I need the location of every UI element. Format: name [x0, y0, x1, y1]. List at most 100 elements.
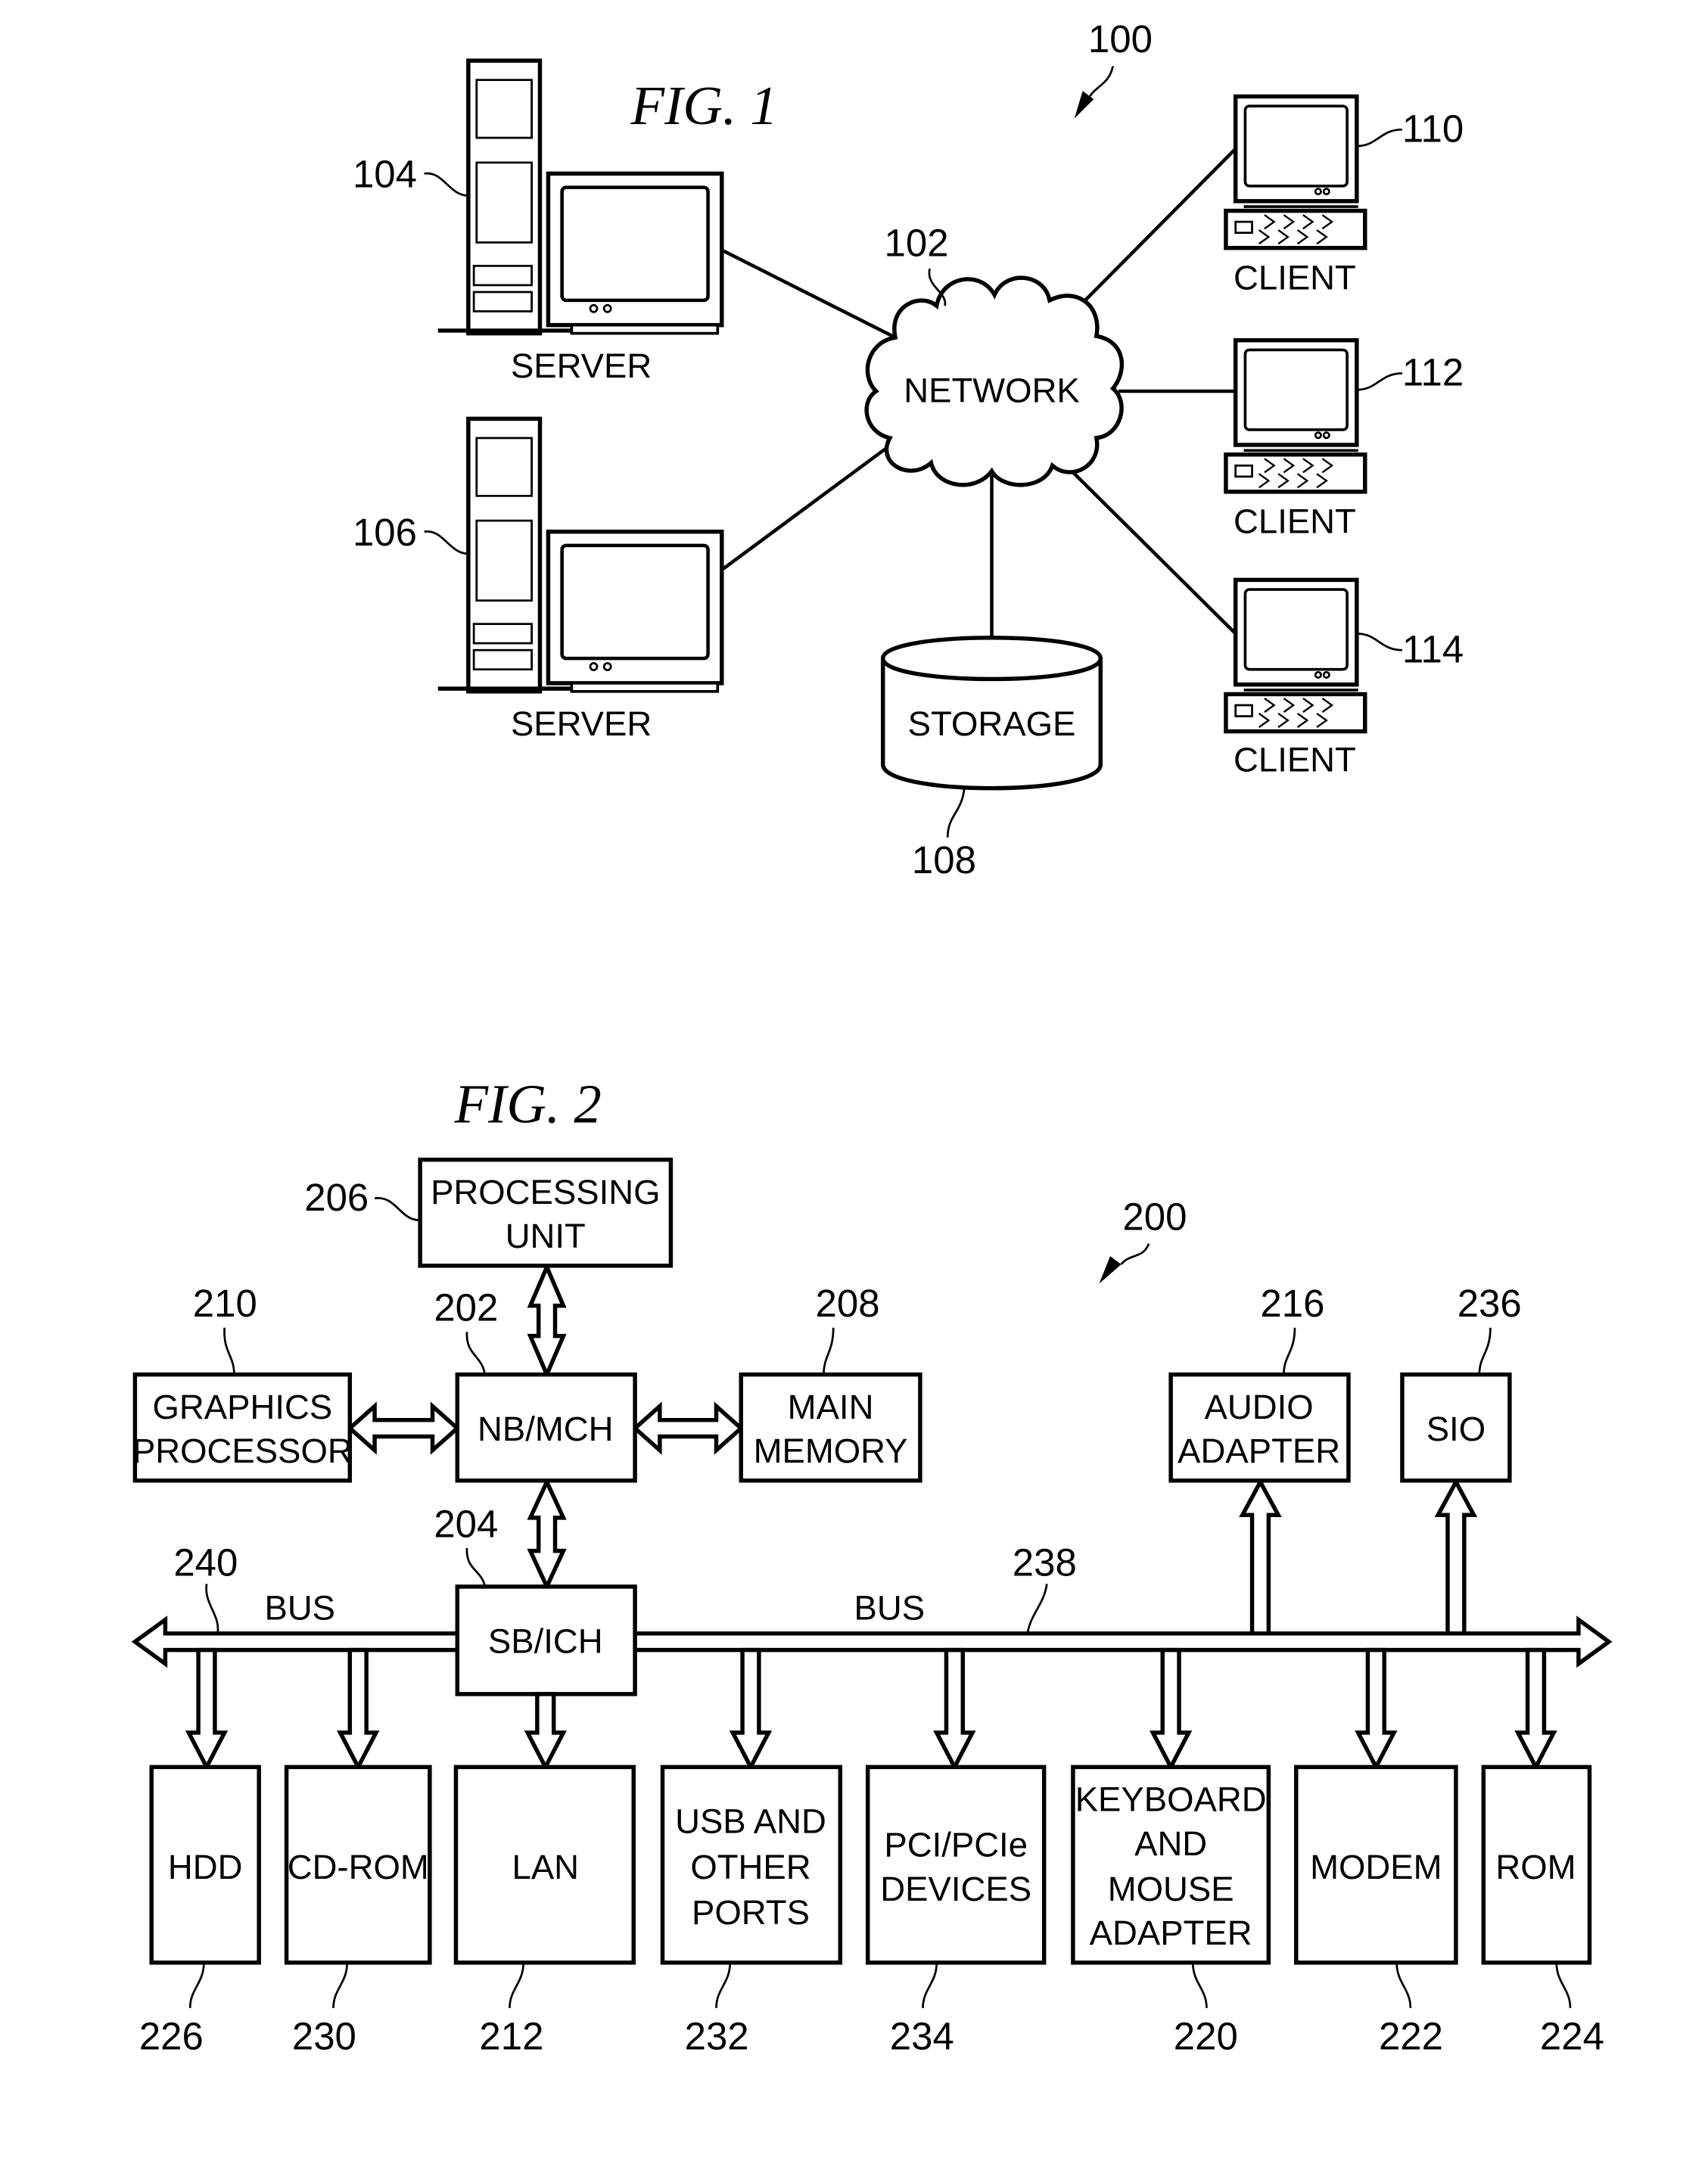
client-110-ref: 110	[1402, 107, 1464, 151]
usb-label-line2: OTHER	[690, 1848, 810, 1886]
figure-2: FIG. 2 200 BUS BUS 240 238 PROCESSING UN…	[131, 1074, 1613, 2057]
client-114-ref: 114	[1402, 628, 1464, 671]
main-memory-208[interactable]: MAIN MEMORY	[739, 1372, 922, 1483]
server-label: SERVER	[511, 347, 652, 385]
processing-unit-label-line2: UNIT	[506, 1217, 586, 1255]
audio-adapter-leader	[1283, 1327, 1296, 1375]
graphics-processor-ref: 210	[193, 1282, 257, 1325]
nb-sb-double-arrow	[527, 1477, 567, 1592]
link-server-106	[722, 442, 894, 571]
server-106-leader	[424, 530, 468, 555]
client-112[interactable]: CLIENT	[1224, 337, 1367, 541]
client-label: CLIENT	[1234, 740, 1356, 779]
client-label: CLIENT	[1234, 502, 1356, 540]
client-112-leader	[1356, 372, 1402, 391]
server-label: SERVER	[511, 704, 652, 743]
modem-leader	[1395, 1962, 1412, 2008]
rom-label: ROM	[1495, 1848, 1576, 1886]
bus-left-ref: 240	[173, 1541, 238, 1584]
audio-adapter-label-line1: AUDIO	[1205, 1388, 1314, 1426]
arrow-to-lan	[524, 1692, 567, 1772]
device-cdrom-230[interactable]: CD-ROM	[284, 1765, 432, 1965]
arrow-to-keyboard	[1149, 1647, 1193, 1772]
pu-nb-double-arrow	[527, 1261, 567, 1380]
server-monitor-icon	[546, 171, 724, 335]
keyboard-label-line1: KEYBOARD	[1075, 1780, 1267, 1819]
network-ref: 102	[885, 222, 949, 265]
keyboard-leader	[1191, 1962, 1208, 2008]
server-106[interactable]: SERVER	[437, 416, 724, 743]
bus-right-label: BUS	[854, 1589, 925, 1628]
nb-mem-double-arrow	[631, 1401, 745, 1455]
hdd-ref: 226	[139, 2014, 204, 2057]
processing-unit-206[interactable]: PROCESSING UNIT	[418, 1157, 674, 1268]
usb-label-line3: PORTS	[692, 1893, 810, 1932]
audio-adapter-216[interactable]: AUDIO ADAPTER	[1168, 1372, 1351, 1483]
device-modem-222[interactable]: MODEM	[1294, 1765, 1458, 1965]
client-114[interactable]: CLIENT	[1224, 577, 1367, 779]
pci-ref: 234	[890, 2014, 954, 2057]
pci-box	[865, 1765, 1047, 1965]
device-lan-212[interactable]: LAN	[453, 1765, 636, 1965]
system-ref-arrowhead-icon	[1099, 1256, 1122, 1284]
storage-label: STORAGE	[908, 704, 1076, 743]
server-106-ref: 106	[353, 511, 417, 554]
storage-ref-leader	[946, 788, 966, 838]
patent-drawing-sheet: FIG. 1 100 NETWORK 102 SERVER 104 SERVER…	[131, 17, 1613, 2057]
pci-label-line2: DEVICES	[880, 1870, 1031, 1908]
graphics-processor-leader	[223, 1327, 235, 1375]
nb-mch-leader	[465, 1332, 487, 1375]
sio-ref: 236	[1458, 1282, 1522, 1325]
main-memory-leader	[823, 1327, 835, 1375]
usb-ref: 232	[685, 2014, 749, 2057]
main-memory-ref: 208	[816, 1282, 880, 1325]
arrow-to-modem	[1355, 1647, 1398, 1772]
pci-leader	[922, 1962, 938, 2008]
usb-label-line1: USB AND	[675, 1802, 826, 1841]
device-usb-232[interactable]: USB AND OTHER PORTS	[660, 1765, 843, 1965]
graphics-processor-210[interactable]: GRAPHICS PROCESSOR	[132, 1372, 353, 1483]
link-client-114	[1056, 456, 1237, 635]
arrow-to-usb	[729, 1647, 773, 1772]
rom-ref: 224	[1540, 2014, 1604, 2057]
device-refs: 226 230 212 232 234 220 222 224	[139, 1962, 1604, 2057]
server-104-ref: 104	[353, 153, 417, 196]
arrow-to-rom	[1514, 1647, 1557, 1772]
keyboard-label-line3: MOUSE	[1108, 1870, 1234, 1908]
client-110-leader	[1356, 128, 1402, 148]
processing-unit-label-line1: PROCESSING	[431, 1173, 660, 1211]
device-arrows	[185, 1647, 1557, 1772]
storage-ref: 108	[912, 838, 976, 882]
gp-nb-double-arrow	[347, 1401, 461, 1455]
fig1-title: FIG. 1	[630, 75, 778, 136]
client-label: CLIENT	[1234, 258, 1356, 297]
rom-leader	[1555, 1962, 1572, 2008]
lan-label: LAN	[512, 1848, 580, 1886]
network-label: NETWORK	[904, 372, 1080, 410]
network-cloud[interactable]: NETWORK	[864, 275, 1125, 487]
sio-236[interactable]: SIO	[1400, 1372, 1512, 1483]
storage-108[interactable]: STORAGE	[880, 636, 1103, 791]
sio-leader	[1478, 1327, 1492, 1375]
bus-audio-arrow	[1239, 1477, 1282, 1636]
arrow-to-hdd	[185, 1647, 229, 1772]
sb-ich-204[interactable]: SB/ICH	[455, 1584, 637, 1696]
cdrom-label: CD-ROM	[288, 1848, 429, 1886]
main-memory-label-line1: MAIN	[788, 1388, 874, 1426]
device-rom-224[interactable]: ROM	[1481, 1765, 1592, 1965]
client-110[interactable]: CLIENT	[1224, 94, 1367, 297]
processing-unit-leader	[374, 1197, 421, 1222]
bus-left-label: BUS	[264, 1589, 335, 1628]
client-112-ref: 112	[1402, 351, 1464, 394]
graphics-processor-label-line2: PROCESSOR	[132, 1432, 353, 1470]
fig1-system-ref: 100	[1088, 17, 1153, 61]
fig2-title: FIG. 2	[454, 1074, 602, 1135]
nb-mch-202[interactable]: NB/MCH	[455, 1372, 637, 1483]
audio-adapter-ref: 216	[1260, 1282, 1324, 1325]
device-keyboard-220[interactable]: KEYBOARD AND MOUSE ADAPTER	[1071, 1765, 1271, 1965]
device-pci-234[interactable]: PCI/PCIe DEVICES	[865, 1765, 1047, 1965]
bus-right-ref: 238	[1013, 1541, 1077, 1584]
device-hdd-226[interactable]: HDD	[149, 1765, 261, 1965]
usb-leader	[715, 1962, 732, 2008]
bus-right-leader	[1026, 1584, 1048, 1634]
